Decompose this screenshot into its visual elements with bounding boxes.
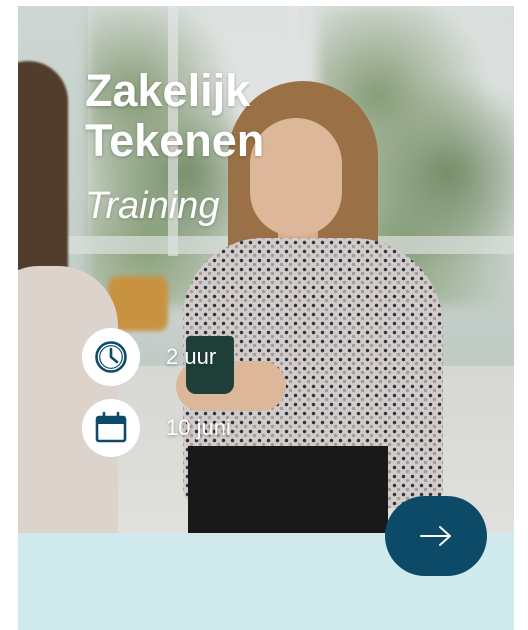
card-title-line-1: Zakelijk bbox=[85, 65, 251, 116]
open-training-button[interactable] bbox=[385, 496, 487, 576]
duration-row: 2 uur bbox=[82, 328, 216, 386]
arrow-right-icon bbox=[420, 526, 451, 546]
date-row: 10 juni bbox=[82, 399, 231, 457]
card-subtitle: Training bbox=[85, 185, 220, 227]
training-card[interactable]: Zakelijk Tekenen Training 2 uur 10 juni bbox=[18, 6, 514, 630]
calendar-icon bbox=[82, 399, 140, 457]
card-title-line-2: Tekenen bbox=[85, 115, 265, 166]
date-text: 10 juni bbox=[166, 415, 231, 440]
clock-icon bbox=[82, 328, 140, 386]
duration-text: 2 uur bbox=[166, 344, 217, 369]
card-title: Zakelijk Tekenen bbox=[85, 66, 264, 166]
